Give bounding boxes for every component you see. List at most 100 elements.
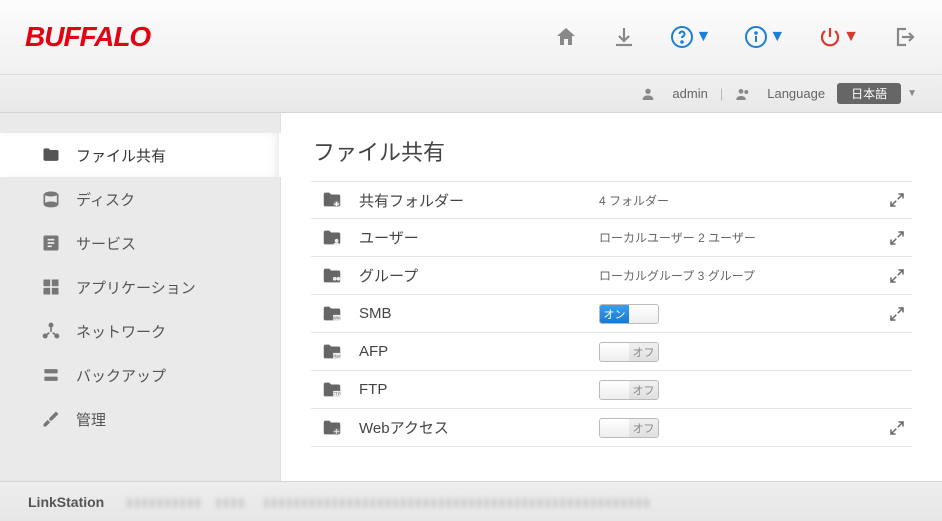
sub-header: admin | Language 日本語 ▼	[0, 75, 942, 113]
row-status: ローカルユーザー 2 ユーザー	[599, 229, 882, 246]
topbar-icon-group: ▼ ▼ ▼	[553, 24, 917, 50]
services-icon	[40, 232, 62, 254]
toggle-switch[interactable]: オフ	[599, 342, 659, 362]
toggle-switch[interactable]: オフ	[599, 380, 659, 400]
body-area: ファイル共有 ディスク サービス アプリケーション ネットワーク	[0, 113, 942, 481]
page-title: ファイル共有	[311, 135, 912, 167]
row-status: オフ	[599, 418, 882, 438]
footer-brand: LinkStation	[28, 494, 104, 510]
toggle-off-label: オフ	[629, 381, 658, 399]
help-icon	[669, 24, 695, 50]
row-icon	[315, 227, 349, 249]
toggle-off-label	[629, 305, 658, 323]
chevron-down-icon: ▼	[769, 28, 785, 46]
power-dropdown[interactable]: ▼	[817, 24, 859, 50]
settings-row: Win SMBオン	[311, 295, 912, 333]
row-label: 共有フォルダー	[349, 190, 599, 211]
row-status: オン	[599, 304, 882, 324]
sidebar-item-network[interactable]: ネットワーク	[0, 309, 280, 353]
row-icon	[315, 417, 349, 439]
row-label: SMB	[349, 305, 599, 322]
home-icon[interactable]	[553, 24, 579, 50]
row-status: 4 フォルダー	[599, 192, 882, 209]
folder-icon	[40, 144, 62, 166]
sidebar-item-applications[interactable]: アプリケーション	[0, 265, 280, 309]
username-label: admin	[672, 86, 707, 101]
row-label: グループ	[349, 265, 599, 286]
expand-icon[interactable]	[882, 267, 912, 285]
sidebar-item-label: サービス	[76, 233, 136, 254]
row-status: オフ	[599, 342, 882, 362]
disk-icon	[40, 188, 62, 210]
sidebar-item-file-sharing[interactable]: ファイル共有	[0, 133, 280, 177]
expand-icon[interactable]	[882, 419, 912, 437]
language-selector[interactable]: 日本語 ▼	[837, 83, 917, 104]
toggle-off-label: オフ	[629, 343, 658, 361]
users-icon	[735, 86, 751, 102]
row-icon: Mac	[315, 341, 349, 363]
row-label: FTP	[349, 381, 599, 398]
sidebar-item-label: ディスク	[76, 189, 135, 210]
sidebar-item-backup[interactable]: バックアップ	[0, 353, 280, 397]
chevron-down-icon: ▼	[843, 28, 859, 46]
sidebar-item-label: 管理	[76, 409, 106, 430]
help-dropdown[interactable]: ▼	[669, 24, 711, 50]
row-status: オフ	[599, 380, 882, 400]
row-label: Webアクセス	[349, 417, 599, 438]
info-icon	[743, 24, 769, 50]
toggle-switch[interactable]: オン	[599, 304, 659, 324]
settings-row: グループローカルグループ 3 グループ	[311, 257, 912, 295]
row-icon	[315, 265, 349, 287]
row-icon: FTP	[315, 379, 349, 401]
expand-icon[interactable]	[882, 305, 912, 323]
top-bar: BUFFALO ▼ ▼ ▼	[0, 0, 942, 75]
settings-row: 共有フォルダー4 フォルダー	[311, 181, 912, 219]
settings-row: Mac AFP オフ	[311, 333, 912, 371]
svg-text:Win: Win	[333, 315, 341, 320]
settings-row: FTP FTP オフ	[311, 371, 912, 409]
sidebar-item-admin[interactable]: 管理	[0, 397, 280, 441]
footer: LinkStation ▮▮▮▮▮▮▮▮▮▮ ▮▮▮▮ ▮▮▮▮▮▮▮▮▮▮▮▮…	[0, 481, 942, 521]
user-icon	[640, 86, 656, 102]
toggle-on-label: オン	[600, 305, 629, 323]
toggle-on-label	[600, 343, 629, 361]
toggle-on-label	[600, 419, 629, 437]
row-icon	[315, 189, 349, 211]
toggle-switch[interactable]: オフ	[599, 418, 659, 438]
row-icon: Win	[315, 303, 349, 325]
language-value: 日本語	[837, 83, 901, 104]
brand-logo: BUFFALO	[25, 21, 150, 53]
sidebar-item-label: ネットワーク	[76, 321, 166, 342]
sidebar-item-label: ファイル共有	[76, 145, 166, 166]
row-label: AFP	[349, 343, 599, 360]
row-status: ローカルグループ 3 グループ	[599, 267, 882, 284]
toggle-off-label: オフ	[629, 419, 658, 437]
expand-icon[interactable]	[882, 229, 912, 247]
tools-icon	[40, 408, 62, 430]
info-dropdown[interactable]: ▼	[743, 24, 785, 50]
chevron-down-icon: ▼	[695, 28, 711, 46]
network-icon	[40, 320, 62, 342]
settings-row: ユーザーローカルユーザー 2 ユーザー	[311, 219, 912, 257]
logout-icon[interactable]	[891, 24, 917, 50]
expand-icon[interactable]	[882, 191, 912, 209]
footer-info-blurred: ▮▮▮▮▮▮▮▮▮▮ ▮▮▮▮ ▮▮▮▮▮▮▮▮▮▮▮▮▮▮▮▮▮▮▮▮▮▮▮▮…	[126, 495, 651, 509]
settings-row: Webアクセス オフ	[311, 409, 912, 447]
toggle-on-label	[600, 381, 629, 399]
separator: |	[720, 86, 723, 101]
sidebar-item-label: アプリケーション	[76, 277, 196, 298]
sidebar-item-services[interactable]: サービス	[0, 221, 280, 265]
power-icon	[817, 24, 843, 50]
apps-icon	[40, 276, 62, 298]
download-icon[interactable]	[611, 24, 637, 50]
chevron-down-icon: ▼	[907, 88, 917, 99]
sidebar-item-label: バックアップ	[76, 365, 166, 386]
row-label: ユーザー	[349, 227, 599, 248]
svg-text:FTP: FTP	[332, 391, 341, 396]
svg-text:Mac: Mac	[332, 353, 341, 358]
sidebar: ファイル共有 ディスク サービス アプリケーション ネットワーク	[0, 113, 280, 481]
language-label: Language	[767, 86, 825, 101]
sidebar-item-disk[interactable]: ディスク	[0, 177, 280, 221]
main-panel: ファイル共有 共有フォルダー4 フォルダーユーザーローカルユーザー 2 ユーザー…	[280, 113, 942, 481]
backup-icon	[40, 364, 62, 386]
